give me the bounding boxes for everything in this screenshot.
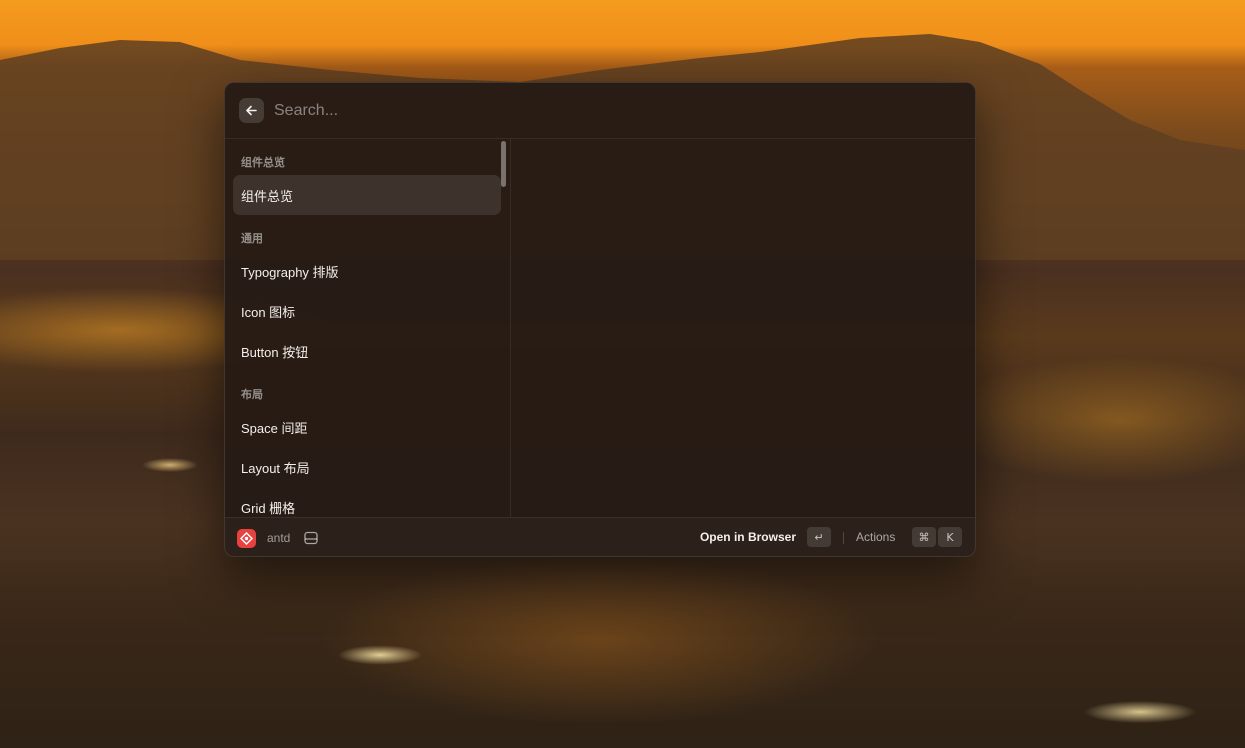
footer-divider: [843, 532, 844, 544]
list-item-label: Icon 图标: [241, 304, 296, 320]
section-header: 布局: [241, 389, 263, 401]
extension-name: antd: [267, 531, 291, 545]
antd-extension-icon: [237, 529, 256, 548]
list-scrollbar[interactable]: [501, 141, 506, 187]
list-item-space[interactable]: Space 间距: [233, 407, 501, 447]
action-bar: antd Open in Browser ↵ Actions ⌘ K: [225, 517, 975, 556]
antd-logo-icon: [240, 532, 253, 545]
command-key-hint: ⌘: [912, 527, 936, 547]
list-item-grid[interactable]: Grid 栅格: [233, 487, 501, 517]
list-item-label: Button 按钮: [241, 344, 309, 360]
section-header: 组件总览: [241, 157, 285, 169]
back-button[interactable]: [239, 98, 264, 123]
window-layout-icon[interactable]: [303, 530, 319, 546]
k-key-hint: K: [938, 527, 962, 547]
launcher-window: 组件总览 组件总览 通用 Typography 排版 Icon 图标 Butto…: [224, 82, 976, 557]
list-item-label: Layout 布局: [241, 460, 310, 476]
list-item-typography[interactable]: Typography 排版: [233, 251, 501, 291]
list-item-icon[interactable]: Icon 图标: [233, 291, 501, 331]
list-item-layout[interactable]: Layout 布局: [233, 447, 501, 487]
list-item-label: Typography 排版: [241, 264, 339, 280]
list-item-label: Grid 栅格: [241, 500, 296, 516]
search-input[interactable]: [272, 100, 876, 121]
list-item-button[interactable]: Button 按钮: [233, 331, 501, 371]
detail-pane: [511, 139, 975, 517]
enter-key-hint: ↵: [807, 527, 831, 547]
results-list: 组件总览 组件总览 通用 Typography 排版 Icon 图标 Butto…: [225, 139, 511, 517]
list-item-overview[interactable]: 组件总览: [233, 175, 501, 215]
section-header: 通用: [241, 233, 263, 245]
list-item-label: Space 间距: [241, 420, 308, 436]
open-in-browser-button[interactable]: Open in Browser: [700, 530, 796, 544]
search-bar: [225, 83, 975, 139]
actions-button[interactable]: Actions: [856, 530, 895, 544]
list-item-label: 组件总览: [241, 188, 294, 204]
arrow-left-icon: [246, 105, 257, 116]
